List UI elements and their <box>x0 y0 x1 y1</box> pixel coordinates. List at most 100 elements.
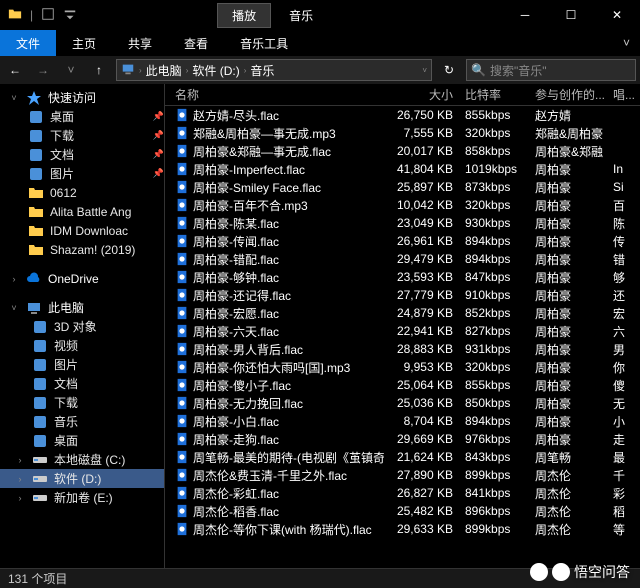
sidebar-item[interactable]: ›本地磁盘 (C:) <box>0 450 164 469</box>
file-row[interactable]: 周柏豪-Imperfect.flac41,804 KB1019kbps周柏豪In <box>165 160 640 178</box>
sidebar-item[interactable]: 音乐 <box>0 412 164 431</box>
label: 音乐 <box>54 413 78 430</box>
file-row[interactable]: 周柏豪-小白.flac8,704 KB894kbps周柏豪小 <box>165 412 640 430</box>
search-input[interactable]: 🔍 搜索"音乐" <box>466 59 636 81</box>
crumb[interactable]: 软件 (D:) <box>192 62 239 79</box>
chevron-right-icon[interactable]: › <box>244 66 247 75</box>
chevron-right-icon[interactable]: › <box>8 274 20 284</box>
sidebar-item[interactable]: Shazam! (2019) <box>0 240 164 259</box>
file-row[interactable]: 周杰伦-彩虹.flac26,827 KB841kbps周杰伦彩 <box>165 484 640 502</box>
file-size: 23,593 KB <box>384 270 459 284</box>
file-row[interactable]: 郑融&周柏豪—事无成.mp37,555 KB320kbps郑融&周柏豪 <box>165 124 640 142</box>
file-row[interactable]: 周柏豪&郑融—事无成.flac20,017 KB858kbps周柏豪&郑融 <box>165 142 640 160</box>
chevron-right-icon[interactable]: › <box>139 66 142 75</box>
check-icon[interactable] <box>41 7 55 24</box>
sidebar-item[interactable]: 文档 <box>0 374 164 393</box>
file-row[interactable]: 周杰伦-稻香.flac25,482 KB896kbps周杰伦稻 <box>165 502 640 520</box>
download-icon <box>28 128 44 144</box>
file-row[interactable]: 周柏豪-宏愿.flac24,879 KB852kbps周柏豪宏 <box>165 304 640 322</box>
chevron-right-icon[interactable]: › <box>14 455 26 465</box>
chevron-right-icon[interactable]: › <box>14 493 26 503</box>
file-row[interactable]: 周柏豪-傻小子.flac25,064 KB855kbps周柏豪傻 <box>165 376 640 394</box>
sidebar-item[interactable]: 0612 <box>0 183 164 202</box>
file-row[interactable]: 周柏豪-六天.flac22,941 KB827kbps周柏豪六 <box>165 322 640 340</box>
file-row[interactable]: 周柏豪-你还怕大雨吗[国].mp39,953 KB320kbps周柏豪你 <box>165 358 640 376</box>
file-row[interactable]: 周柏豪-百年不合.mp310,042 KB320kbps周柏豪百 <box>165 196 640 214</box>
file-row[interactable]: 周杰伦&费玉清-千里之外.flac27,890 KB899kbps周杰伦千 <box>165 466 640 484</box>
breadcrumb[interactable]: › 此电脑 › 软件 (D:) › 音乐 ˅ <box>116 59 432 81</box>
file-bitrate: 320kbps <box>459 198 529 212</box>
sidebar-item[interactable]: 下载📌 <box>0 126 164 145</box>
col-size[interactable]: 大小 <box>384 86 459 103</box>
file-size: 25,036 KB <box>384 396 459 410</box>
file-row[interactable]: 周杰伦-等你下课(with 杨瑞代).flac29,633 KB899kbps周… <box>165 520 640 538</box>
ribbon-tab[interactable]: 共享 <box>112 30 168 56</box>
file-row[interactable]: 周柏豪-走狗.flac29,669 KB976kbps周柏豪走 <box>165 430 640 448</box>
label: 快速访问 <box>48 89 96 106</box>
col-artist[interactable]: 参与创作的... <box>529 86 607 103</box>
file-extra: 六 <box>607 323 637 340</box>
minimize-button[interactable]: ─ <box>502 0 548 30</box>
col-bitrate[interactable]: 比特率 <box>459 86 529 103</box>
file-row[interactable]: 周柏豪-够钟.flac23,593 KB847kbps周柏豪够 <box>165 268 640 286</box>
sidebar-item[interactable]: 图片📌 <box>0 164 164 183</box>
sidebar-item[interactable]: 桌面📌 <box>0 107 164 126</box>
chevron-right-icon[interactable]: › <box>14 474 26 484</box>
label: 0612 <box>50 186 77 200</box>
file-list[interactable]: 赵方婧-尽头.flac26,750 KB855kbps赵方婧郑融&周柏豪—事无成… <box>165 106 640 570</box>
file-name: 周柏豪-小白.flac <box>193 413 279 430</box>
sidebar-item[interactable]: 3D 对象 <box>0 317 164 336</box>
chevron-right-icon[interactable]: › <box>186 66 189 75</box>
recent-button[interactable]: ˅ <box>60 59 82 81</box>
addr-dropdown-icon[interactable]: ˅ <box>422 66 427 75</box>
sidebar-item[interactable]: 下载 <box>0 393 164 412</box>
file-row[interactable]: 周笔畅-最美的期待-(电视剧《茧镇奇缘…21,624 KB843kbps周笔畅最 <box>165 448 640 466</box>
file-row[interactable]: 周柏豪-男人背后.flac28,883 KB931kbps周柏豪男 <box>165 340 640 358</box>
ribbon-tab[interactable]: 音乐工具 <box>224 30 304 56</box>
quick-access-section[interactable]: ˅ 快速访问 <box>0 88 164 107</box>
file-tab[interactable]: 文件 <box>0 30 56 56</box>
ribbon-tab[interactable]: 主页 <box>56 30 112 56</box>
file-artist: 周柏豪 <box>529 215 607 232</box>
sidebar-item[interactable]: 桌面 <box>0 431 164 450</box>
sidebar-item[interactable]: Alita Battle Ang <box>0 202 164 221</box>
file-row[interactable]: 周柏豪-陈某.flac23,049 KB930kbps周柏豪陈 <box>165 214 640 232</box>
file-size: 29,633 KB <box>384 522 459 536</box>
crumb[interactable]: 此电脑 <box>146 62 182 79</box>
file-row[interactable]: 周柏豪-传闻.flac26,961 KB894kbps周柏豪传 <box>165 232 640 250</box>
sidebar-item[interactable]: 视频 <box>0 336 164 355</box>
maximize-button[interactable]: ☐ <box>548 0 594 30</box>
navigation-pane[interactable]: ˅ 快速访问 桌面📌下载📌文档📌图片📌 0612 Alita Battle AngI… <box>0 84 165 570</box>
file-row[interactable]: 周柏豪-无力挽回.flac25,036 KB850kbps周柏豪无 <box>165 394 640 412</box>
up-button[interactable]: ↑ <box>88 59 110 81</box>
chevron-down-icon[interactable]: ˅ <box>8 93 20 103</box>
file-bitrate: 894kbps <box>459 414 529 428</box>
this-pc-section[interactable]: ˅ 此电脑 <box>0 298 164 317</box>
file-name: 周柏豪-Smiley Face.flac <box>193 179 321 196</box>
file-name: 周柏豪-百年不合.mp3 <box>193 197 308 214</box>
search-placeholder: 搜索"音乐" <box>490 62 547 79</box>
col-extra[interactable]: 唱... <box>607 86 637 103</box>
ribbon-tab[interactable]: 查看 <box>168 30 224 56</box>
sidebar-item[interactable]: ›新加卷 (E:) <box>0 488 164 507</box>
ribbon-expand-icon[interactable]: ˅ <box>623 30 640 56</box>
sidebar-item[interactable]: ›软件 (D:) <box>0 469 164 488</box>
file-row[interactable]: 周柏豪-还记得.flac27,779 KB910kbps周柏豪还 <box>165 286 640 304</box>
label: 图片 <box>50 165 74 182</box>
crumb[interactable]: 音乐 <box>250 62 274 79</box>
sidebar-item[interactable]: 图片 <box>0 355 164 374</box>
file-row[interactable]: 赵方婧-尽头.flac26,750 KB855kbps赵方婧 <box>165 106 640 124</box>
close-button[interactable]: ✕ <box>594 0 640 30</box>
chevron-down-icon[interactable]: ˅ <box>8 303 20 313</box>
refresh-button[interactable]: ↻ <box>438 63 460 77</box>
qat-dropdown-icon[interactable] <box>63 7 77 24</box>
onedrive-section[interactable]: › OneDrive <box>0 269 164 288</box>
file-name: 周杰伦-等你下课(with 杨瑞代).flac <box>193 521 372 538</box>
back-button[interactable]: ← <box>4 59 26 81</box>
forward-button[interactable]: → <box>32 59 54 81</box>
sidebar-item[interactable]: IDM Downloac <box>0 221 164 240</box>
col-name[interactable]: 名称 <box>169 86 384 103</box>
file-row[interactable]: 周柏豪-Smiley Face.flac25,897 KB873kbps周柏豪S… <box>165 178 640 196</box>
file-row[interactable]: 周柏豪-错配.flac29,479 KB894kbps周柏豪错 <box>165 250 640 268</box>
sidebar-item[interactable]: 文档📌 <box>0 145 164 164</box>
